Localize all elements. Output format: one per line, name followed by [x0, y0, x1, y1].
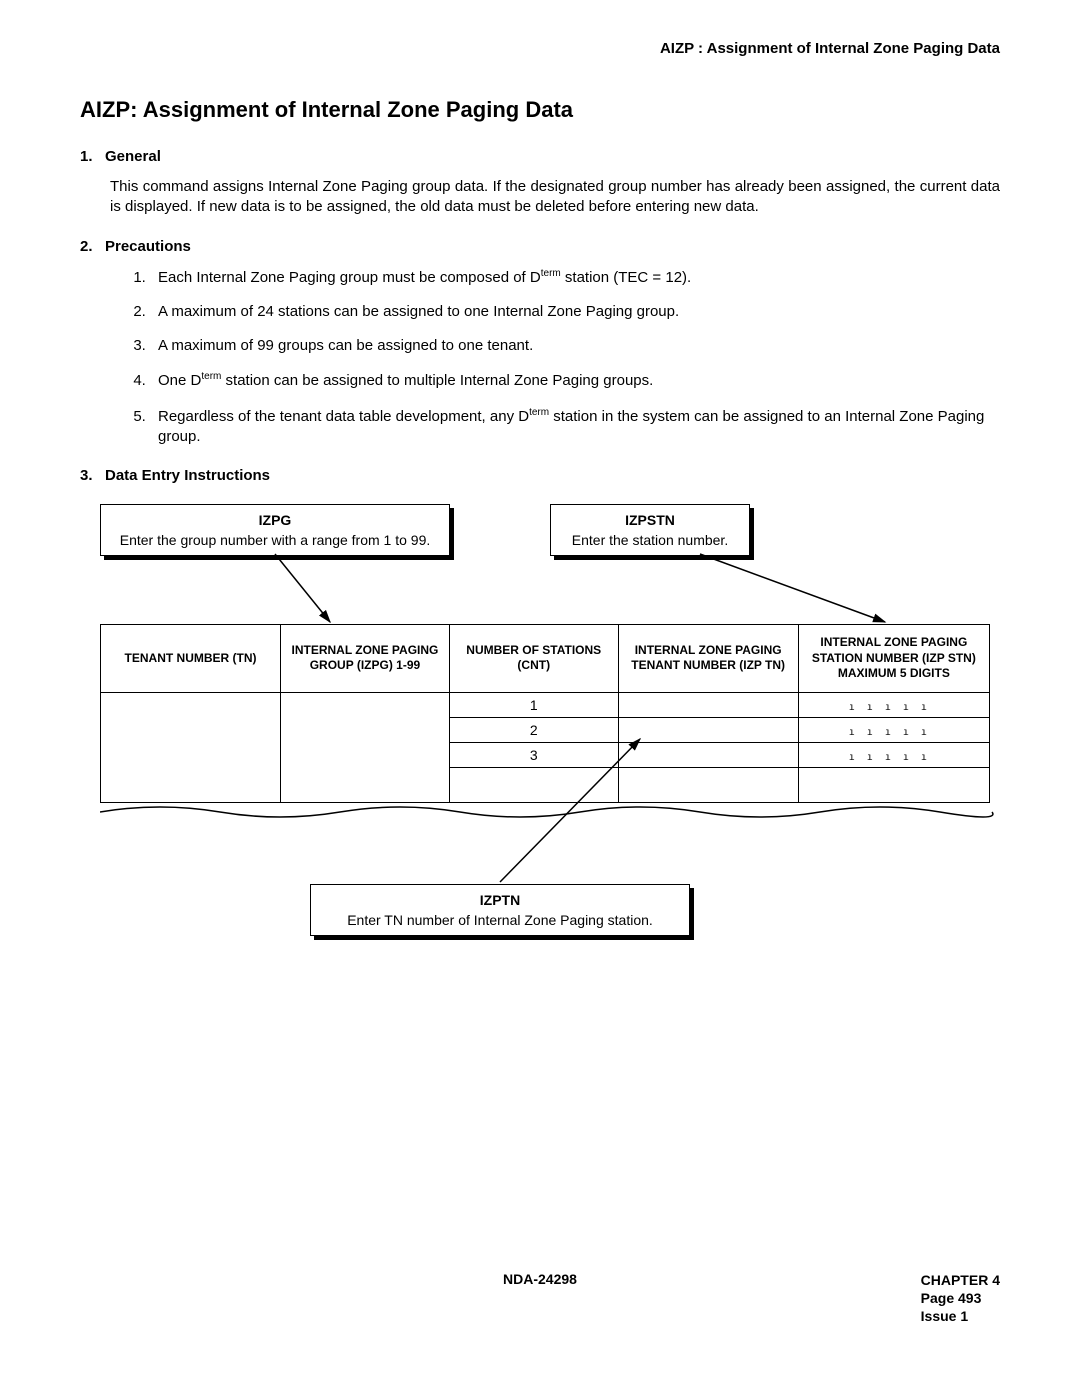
cell-cnt: 1 [449, 692, 618, 717]
precaution-item: Regardless of the tenant data table deve… [150, 406, 1000, 448]
cell-izptn [618, 717, 798, 742]
section-name: Precautions [105, 238, 191, 255]
footer-issue: Issue 1 [921, 1307, 1000, 1325]
cell-izpstn [798, 767, 989, 802]
running-header: AIZP : Assignment of Internal Zone Pagin… [80, 40, 1000, 57]
section-num: 1. [80, 148, 105, 165]
digit-ticks: ııııı [849, 702, 939, 713]
section-general-body: This command assigns Internal Zone Pagin… [110, 177, 1000, 218]
precaution-item: A maximum of 99 groups can be assigned t… [150, 336, 1000, 356]
cell-izpstn: ııııı [798, 717, 989, 742]
callout-title: IZPG [111, 511, 439, 529]
section-name: General [105, 148, 161, 165]
precaution-item: Each Internal Zone Paging group must be … [150, 267, 1000, 288]
section-num: 3. [80, 467, 105, 484]
col-tenant-number: TENANT NUMBER (TN) [101, 625, 281, 693]
cell-izpstn: ııııı [798, 692, 989, 717]
footer-chapter: CHAPTER 4 [921, 1271, 1000, 1289]
precaution-item: A maximum of 24 stations can be assigned… [150, 302, 1000, 322]
col-izp-tn: INTERNAL ZONE PAGING TENANT NUMBER (IZP … [618, 625, 798, 693]
superscript-term: term [529, 407, 549, 418]
cell-izpstn: ııııı [798, 742, 989, 767]
section-name: Data Entry Instructions [105, 467, 270, 484]
cell-tn [101, 692, 281, 802]
page-title: AIZP: Assignment of Internal Zone Paging… [80, 97, 1000, 123]
col-izp-stn: INTERNAL ZONE PAGING STATION NUMBER (IZP… [798, 625, 989, 693]
callout-title: IZPSTN [561, 511, 739, 529]
precaution-item: One Dterm station can be assigned to mul… [150, 370, 1000, 391]
page-footer: NDA-24298 CHAPTER 4 Page 493 Issue 1 [80, 1271, 1000, 1287]
cell-cnt: 3 [449, 742, 618, 767]
section-data-entry-label: 3.Data Entry Instructions [80, 467, 1000, 484]
digit-ticks: ııııı [849, 752, 939, 763]
section-num: 2. [80, 238, 105, 255]
callout-title: IZPTN [321, 891, 679, 909]
digit-ticks: ııııı [849, 727, 939, 738]
callout-izptn: IZPTN Enter TN number of Internal Zone P… [310, 884, 690, 936]
precautions-list: Each Internal Zone Paging group must be … [110, 267, 1000, 448]
callout-izpstn: IZPSTN Enter the station number. [550, 504, 750, 556]
superscript-term: term [541, 268, 561, 279]
footer-doc-number: NDA-24298 [80, 1271, 1000, 1287]
section-general-label: 1.General [80, 148, 1000, 165]
cell-izptn [618, 692, 798, 717]
col-cnt: NUMBER OF STATIONS (CNT) [449, 625, 618, 693]
superscript-term: term [201, 371, 221, 382]
cell-izpg [281, 692, 450, 802]
section-precautions-label: 2.Precautions [80, 238, 1000, 255]
cell-cnt [449, 767, 618, 802]
callout-text: Enter TN number of Internal Zone Paging … [347, 912, 653, 928]
col-izpg: INTERNAL ZONE PAGING GROUP (IZPG) 1-99 [281, 625, 450, 693]
footer-page: Page 493 [921, 1289, 1000, 1307]
data-entry-diagram: IZPG Enter the group number with a range… [100, 504, 1000, 984]
callout-izpg: IZPG Enter the group number with a range… [100, 504, 450, 556]
cell-izptn [618, 742, 798, 767]
cell-izptn [618, 767, 798, 802]
cell-cnt: 2 [449, 717, 618, 742]
callout-text: Enter the group number with a range from… [120, 532, 431, 548]
data-entry-table: TENANT NUMBER (TN) INTERNAL ZONE PAGING … [100, 624, 990, 803]
callout-text: Enter the station number. [572, 532, 728, 548]
